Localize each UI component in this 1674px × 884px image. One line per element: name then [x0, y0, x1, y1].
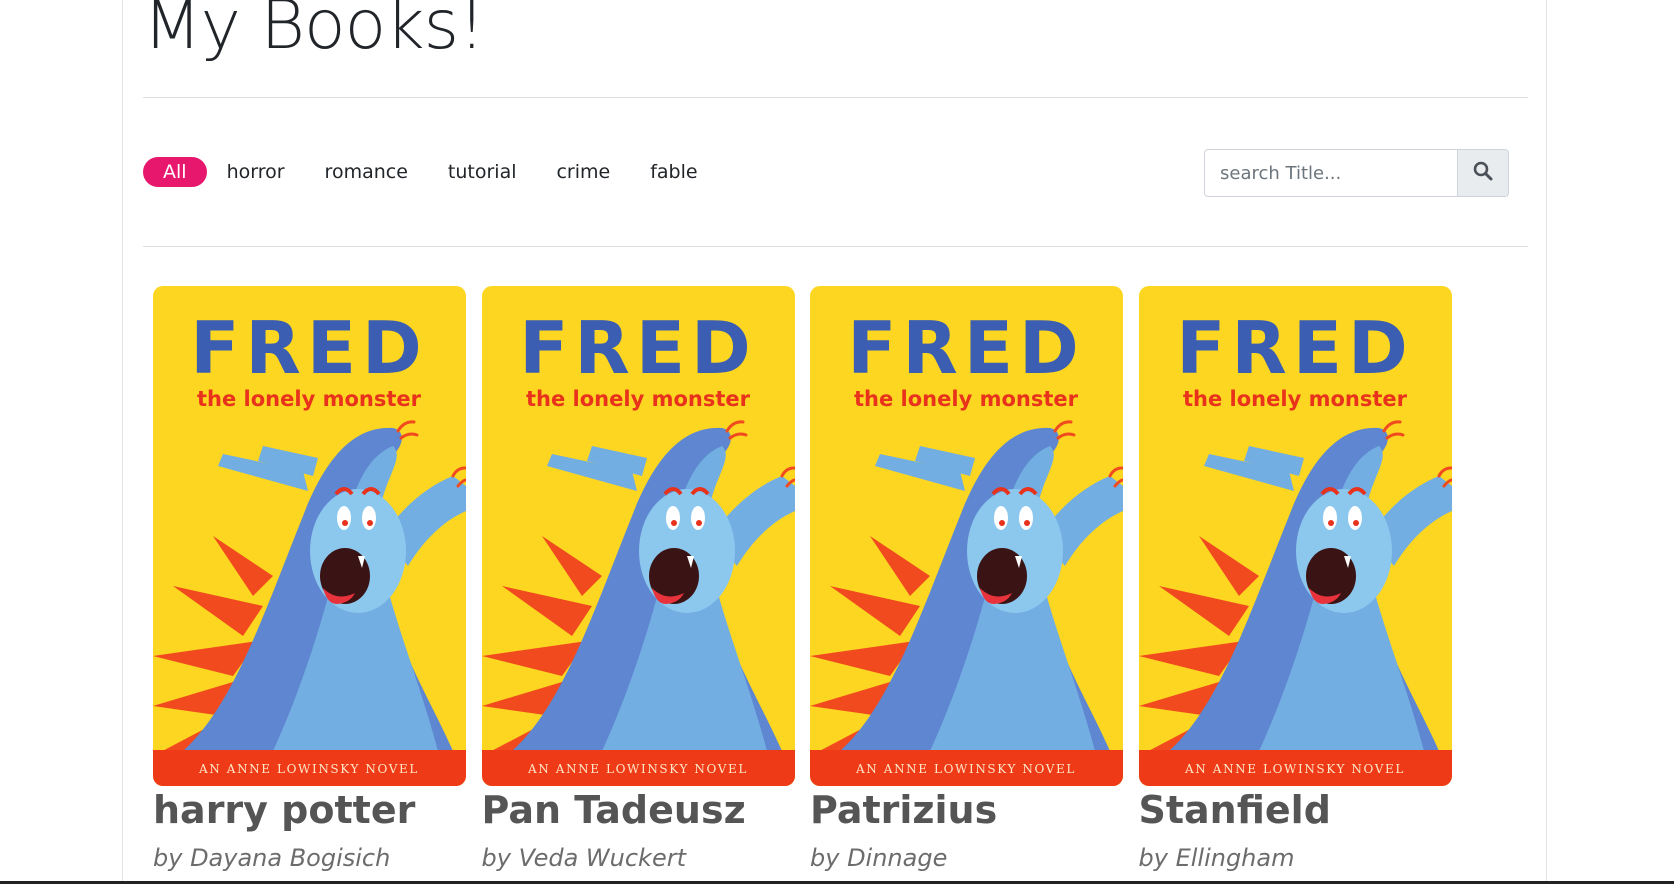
- cover-footer: AN ANNE LOWINSKY NOVEL: [527, 762, 748, 776]
- filters-divider: [143, 246, 1528, 247]
- cover-subtitle: the lonely monster: [526, 387, 751, 411]
- search-form: [1204, 149, 1509, 197]
- book-title[interactable]: Patrizius: [810, 788, 997, 832]
- filter-romance[interactable]: romance: [305, 157, 428, 187]
- header-divider: [143, 97, 1528, 98]
- filter-all[interactable]: All: [143, 157, 207, 187]
- search-icon: [1473, 161, 1493, 185]
- filter-fable[interactable]: fable: [630, 157, 717, 187]
- book-title[interactable]: harry potter: [153, 788, 415, 832]
- cover-footer: AN ANNE LOWINSKY NOVEL: [198, 762, 419, 776]
- cover-subtitle: the lonely monster: [1183, 387, 1408, 411]
- book-card[interactable]: FRED the lonely monster AN ANNE LOWINSKY…: [810, 286, 1123, 872]
- cover-subtitle: the lonely monster: [197, 387, 422, 411]
- book-cover-image[interactable]: FRED the lonely monster AN ANNE LOWINSKY…: [810, 286, 1123, 786]
- cover-subtitle: the lonely monster: [854, 387, 1079, 411]
- book-card[interactable]: FRED the lonely monster AN ANNE LOWINSKY…: [1138, 286, 1452, 872]
- book-cover-image[interactable]: FRED the lonely monster AN ANNE LOWINSKY…: [481, 286, 795, 786]
- book-title[interactable]: Stanfield: [1139, 788, 1331, 832]
- page-container: My Books! All horror romance tutorial crime f…: [122, 0, 1547, 884]
- cover-headline: FRED: [1176, 306, 1414, 390]
- book-author: by Veda Wuckert: [481, 844, 687, 872]
- book-author: by Ellingham: [1138, 844, 1295, 872]
- category-filter-bar: All horror romance tutorial crime fable: [143, 157, 718, 187]
- book-author: by Dayana Bogisich: [153, 844, 391, 872]
- cover-footer: AN ANNE LOWINSKY NOVEL: [1184, 762, 1405, 776]
- cover-headline: FRED: [190, 306, 428, 390]
- book-card[interactable]: FRED the lonely monster AN ANNE LOWINSKY…: [481, 286, 795, 872]
- search-input[interactable]: [1204, 149, 1458, 197]
- filter-crime[interactable]: crime: [536, 157, 630, 187]
- filter-horror[interactable]: horror: [207, 157, 305, 187]
- page-title: My Books!: [143, 0, 485, 65]
- book-cover-image[interactable]: FRED the lonely monster AN ANNE LOWINSKY…: [1138, 286, 1452, 786]
- book-title[interactable]: Pan Tadeusz: [482, 788, 746, 832]
- search-button[interactable]: [1458, 149, 1509, 197]
- cover-headline: FRED: [519, 306, 757, 390]
- book-card[interactable]: FRED the lonely monster AN ANNE LOWINSKY…: [153, 286, 466, 872]
- filter-tutorial[interactable]: tutorial: [428, 157, 537, 187]
- book-cover-image[interactable]: FRED the lonely monster AN ANNE LOWINSKY…: [153, 286, 466, 786]
- cover-footer: AN ANNE LOWINSKY NOVEL: [855, 762, 1076, 776]
- book-author: by Dinnage: [810, 844, 948, 872]
- cover-headline: FRED: [847, 306, 1085, 390]
